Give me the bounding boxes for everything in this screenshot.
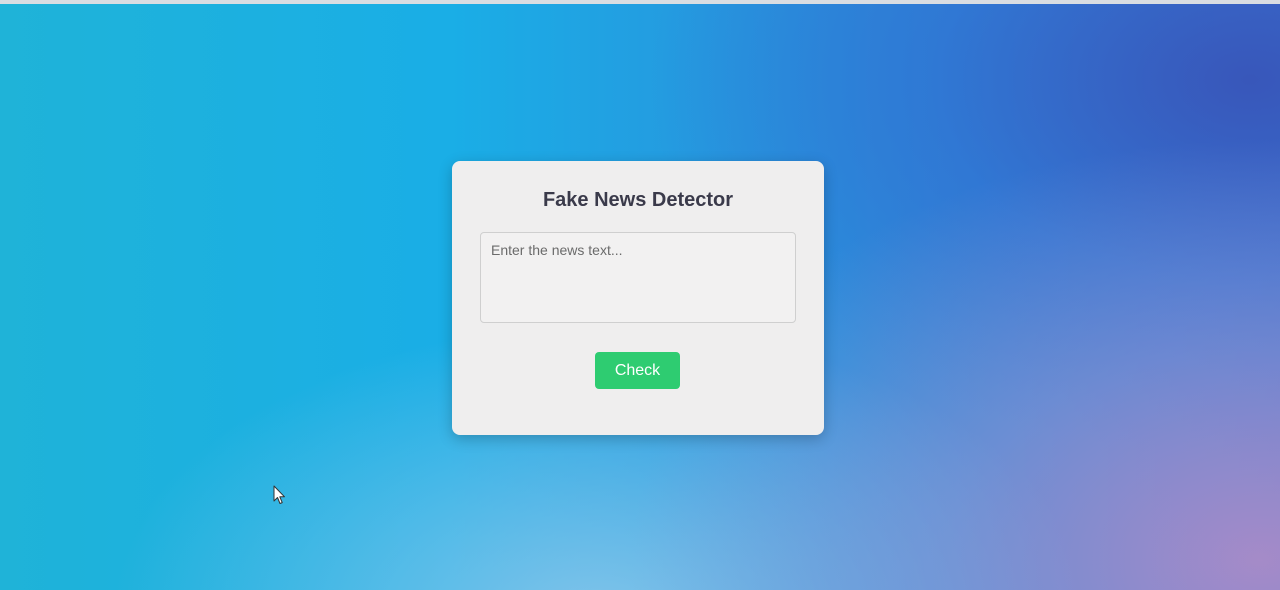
mouse-pointer-icon bbox=[273, 485, 285, 504]
check-button[interactable]: Check bbox=[595, 352, 680, 389]
screen-top-edge bbox=[0, 0, 1280, 4]
news-text-input[interactable] bbox=[480, 232, 796, 323]
page-title: Fake News Detector bbox=[542, 189, 734, 211]
detector-card: Fake News Detector Check bbox=[452, 161, 824, 435]
